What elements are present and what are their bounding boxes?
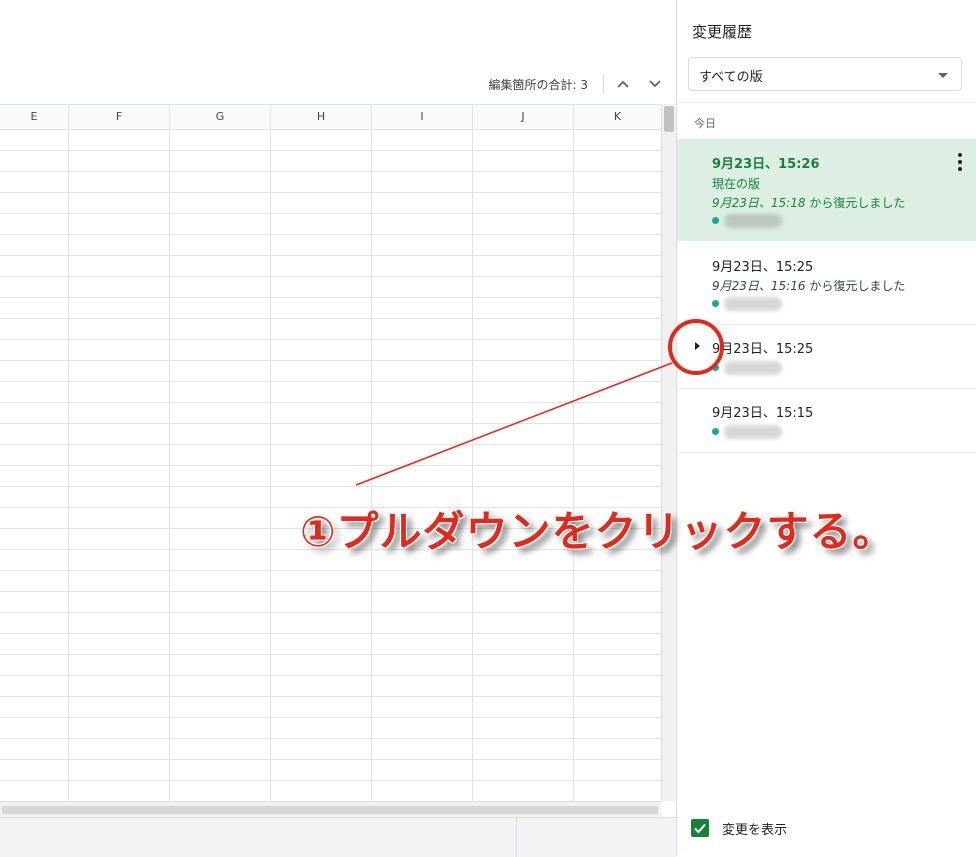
filter-value: すべての版	[699, 70, 763, 85]
check-icon	[694, 823, 706, 834]
restore-suffix: から復元しました	[805, 196, 906, 210]
version-date: 9月23日、15:25	[712, 342, 814, 357]
panel-title: 変更履歴	[692, 23, 753, 41]
vertical-scrollbar[interactable]	[661, 104, 676, 801]
grid-column-line	[371, 104, 372, 801]
restore-note: 9月23日、15:18 から復元しました	[712, 194, 905, 211]
blurred-user-name	[724, 297, 782, 311]
chevron-down-icon	[649, 80, 661, 88]
current-version-label: 現在の版	[712, 177, 761, 191]
grid-column-line	[169, 104, 170, 801]
annotation-instruction: ①プルダウンをクリックする。	[300, 507, 896, 556]
column-header-f[interactable]: F	[69, 105, 170, 129]
column-header-i[interactable]: I	[372, 105, 473, 129]
edits-navigation-bar: 編集箇所の合計: 3	[0, 64, 676, 104]
version-date: 9月23日、15:26	[712, 157, 820, 172]
blurred-user-name	[724, 361, 782, 375]
blurred-user-name	[724, 214, 782, 228]
next-edit-button[interactable]	[643, 72, 667, 96]
restore-suffix: から復元しました	[805, 279, 906, 293]
grid-column-line	[68, 104, 69, 801]
show-changes-checkbox[interactable]	[691, 819, 709, 837]
version-item[interactable]: 9月23日、15:15	[677, 389, 976, 453]
sheet-tabs-bar	[0, 817, 676, 857]
more-options-icon[interactable]	[957, 153, 963, 171]
grid-column-line	[472, 104, 473, 801]
user-color-dot	[712, 217, 719, 224]
column-header-k[interactable]: K	[574, 105, 661, 129]
section-label-today: 今日	[694, 117, 716, 130]
restore-date: 9月23日、	[712, 196, 771, 210]
user-color-dot	[712, 300, 719, 307]
divider	[677, 102, 976, 103]
previous-edit-button[interactable]	[611, 72, 635, 96]
version-filter-select[interactable]: すべての版	[688, 57, 962, 91]
column-header-j[interactable]: J	[473, 105, 574, 129]
column-header-row: E F G H I J K	[0, 104, 661, 130]
version-date: 9月23日、15:15	[712, 406, 814, 421]
show-changes-label[interactable]: 変更を表示	[722, 819, 787, 838]
vertical-scroll-thumb[interactable]	[664, 106, 674, 132]
user-color-dot	[712, 364, 719, 371]
column-header-g[interactable]: G	[170, 105, 271, 129]
version-item[interactable]: 9月23日、15:25 9月23日、15:16 から復元しました	[677, 242, 976, 325]
restore-date: 9月23日、	[712, 279, 771, 293]
sheet-grid[interactable]	[0, 129, 661, 801]
restore-time: 15:18	[770, 196, 806, 210]
expand-arrow-icon[interactable]	[695, 342, 700, 350]
edit-count-label: 編集箇所の合計: 3	[488, 78, 589, 92]
version-history-panel: 変更履歴 すべての版 今日 9月23日、15:26 現在の版 9月23日、15:…	[676, 0, 976, 856]
chevron-up-icon	[617, 80, 629, 88]
restore-note: 9月23日、15:16 から復元しました	[712, 277, 905, 294]
grid-column-line	[573, 104, 574, 801]
column-header-h[interactable]: H	[271, 105, 372, 129]
horizontal-scrollbar[interactable]	[0, 801, 661, 818]
version-item-current[interactable]: 9月23日、15:26 現在の版 9月23日、15:18 から復元しました	[677, 139, 976, 241]
column-header-e[interactable]: E	[0, 105, 69, 129]
horizontal-scroll-thumb[interactable]	[2, 806, 658, 814]
version-item-expandable[interactable]: 9月23日、15:25	[677, 325, 976, 389]
restore-time: 15:16	[770, 279, 806, 293]
grid-column-line	[270, 104, 271, 801]
divider	[516, 818, 517, 857]
version-date: 9月23日、15:25	[712, 260, 814, 275]
blurred-user-name	[724, 425, 782, 439]
sheet-toolbar-area	[0, 0, 676, 65]
dropdown-arrow-icon	[938, 73, 948, 78]
user-color-dot	[712, 428, 719, 435]
divider	[603, 74, 604, 94]
